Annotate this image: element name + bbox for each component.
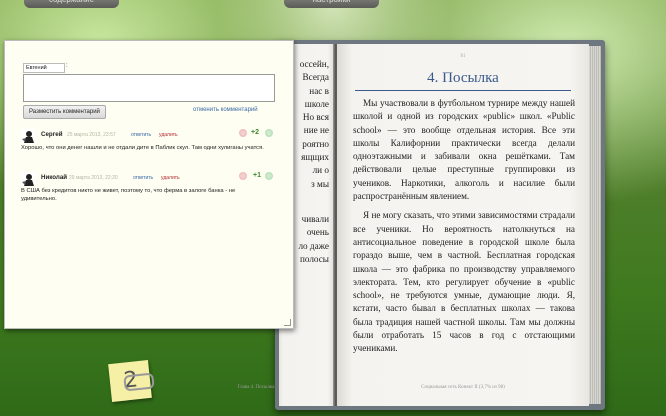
reply-link[interactable]: ответить — [131, 132, 151, 138]
right-page-footer: Социальная сеть Конект II (3,7% из 98) — [421, 385, 505, 390]
comments-panel: Евгений : Разместить комментарий отменит… — [4, 40, 294, 329]
comment-textarea[interactable] — [23, 74, 275, 102]
resize-handle[interactable] — [284, 319, 291, 326]
vote-up-icon[interactable] — [265, 129, 273, 137]
delete-link[interactable]: удалить — [159, 132, 178, 138]
avatar-icon — [21, 129, 35, 143]
paperclip-icon — [123, 372, 155, 392]
vote-up-icon[interactable] — [265, 172, 273, 180]
vote-down-icon[interactable] — [239, 129, 247, 137]
reply-link[interactable]: ответить — [133, 175, 153, 181]
paragraph: Мы участвовали в футбольном турнире межд… — [353, 98, 575, 202]
comment-score: +2 — [251, 129, 259, 136]
comment-author: Сергей — [41, 131, 63, 138]
vote-down-icon[interactable] — [239, 172, 247, 180]
name-field[interactable]: Евгений — [23, 63, 65, 73]
book: оссейн, Всегда нас в школе Но вся ние не… — [238, 40, 605, 410]
tab-settings[interactable]: настройки — [284, 0, 379, 8]
chapter-rule — [355, 90, 571, 91]
submit-comment-button[interactable]: Разместить комментарий — [23, 105, 106, 119]
comment-date: 25 марта 2013, 23:57 — [67, 132, 116, 138]
left-page-footer: Глава 4. Посылка — [237, 385, 275, 390]
right-page[interactable]: 81 4. Посылка Мы участвовали в футбольно… — [337, 44, 589, 406]
chapter-title: 4. Посылка — [427, 70, 499, 86]
comment-score: +1 — [253, 172, 261, 179]
paragraph: Я не могу сказать, что этими зависимостя… — [353, 210, 575, 354]
comment-date: 29 марта 2013, 22:20 — [69, 175, 118, 181]
delete-link[interactable]: удалить — [161, 175, 180, 181]
comment-author: Николай — [41, 174, 68, 181]
avatar-icon — [21, 172, 35, 186]
cancel-comment-link[interactable]: отменить комментарий — [193, 107, 258, 113]
page-body-text: Мы участвовали в футбольном турнире межд… — [353, 97, 575, 356]
comment-text: Хорошо, что они денег нашли и не отдали … — [21, 145, 264, 151]
tab-contents[interactable]: содержание — [24, 0, 119, 8]
page-edges — [589, 46, 601, 404]
comment-text: В США без кредитов никто не живет, поэто… — [21, 188, 236, 202]
page-number: 81 — [460, 54, 466, 59]
